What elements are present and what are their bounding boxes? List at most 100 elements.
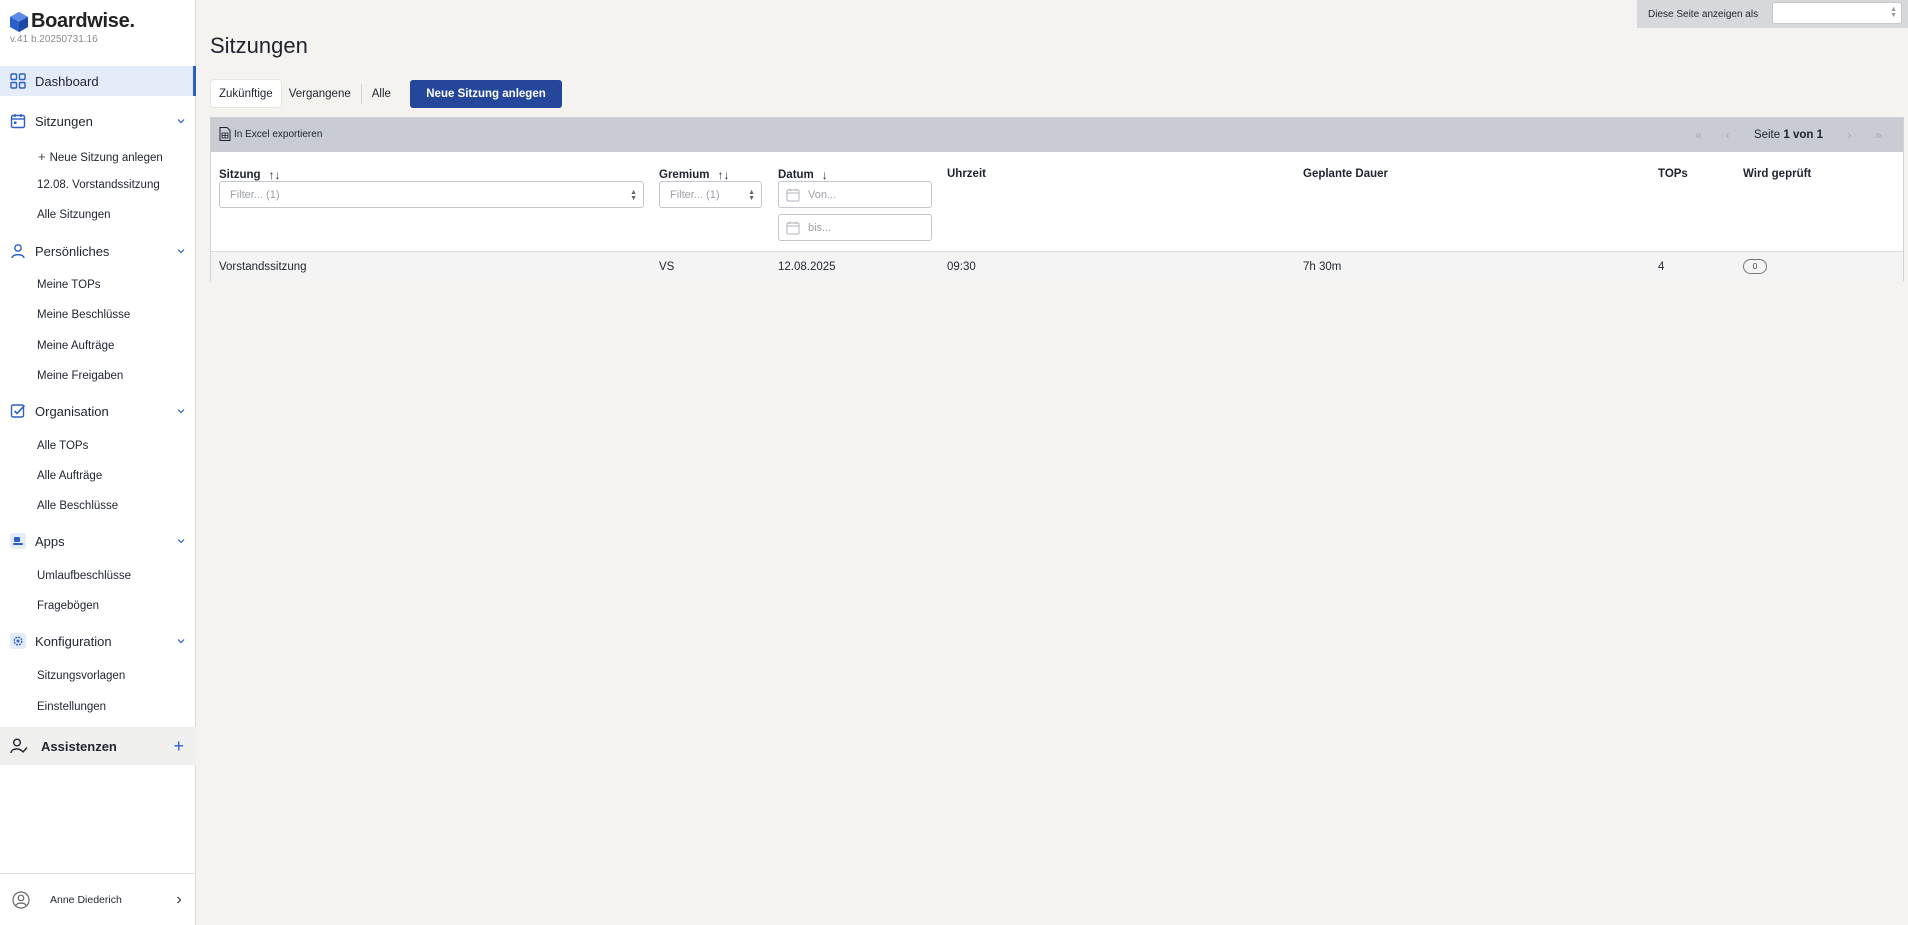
next-page-icon[interactable]: › [1835,128,1864,142]
page-title: Sitzungen [210,33,308,58]
view-as-label: Diese Seite anzeigen als [1648,8,1759,20]
last-page-icon[interactable]: » [1864,128,1893,142]
add-assistant-button[interactable]: + [173,736,184,757]
view-as-select[interactable]: ▲ ▼ [1772,2,1902,24]
apps-icon [10,533,26,549]
nav-apps-label: Apps [35,533,65,549]
export-excel-label: In Excel exportieren [234,128,323,140]
cell-tops: 4 [1658,261,1665,273]
pagination: « ‹ Seite 1 von 1 › » [1684,128,1893,142]
app-version: v.41 b.20250731.16 [10,34,98,45]
select-arrows-icon: ▲ ▼ [1890,6,1897,19]
sidebar: Boardwise. v.41 b.20250731.16 Dashboard … [0,0,196,925]
sidebar-item-session-vorstand[interactable]: 12.08. Vorstandssitzung [37,179,160,191]
date-from-placeholder: Von... [808,188,837,201]
sidebar-item-questionnaires[interactable]: Fragebögen [37,600,99,612]
nav-dashboard-label: Dashboard [35,73,99,89]
sidebar-item-my-tops[interactable]: Meine TOPs [37,279,101,291]
sitzung-filter-select[interactable]: Filter... (1) ▲ ▼ [219,181,644,208]
chevron-down-icon[interactable] [176,246,186,256]
sidebar-item-all-tasks[interactable]: Alle Aufträge [37,470,102,482]
gear-icon [10,633,26,649]
sort-icon[interactable]: ↑↓ [718,168,730,182]
brand-name: Boardwise. [31,10,135,32]
select-arrows-icon: ▲ ▼ [748,189,755,202]
date-to-input[interactable]: bis... [778,214,932,241]
sitzung-filter-placeholder: Filter... (1) [230,188,280,201]
user-menu[interactable]: Anne Diederich [0,873,196,925]
cell-datum: 12.08.2025 [778,261,836,273]
cell-sitzung[interactable]: Vorstandssitzung [219,261,307,273]
nav-persoenliches[interactable]: Persönliches [0,236,196,266]
sidebar-item-all-sessions[interactable]: Alle Sitzungen [37,209,111,221]
col-header-sitzung-label: Sitzung [219,169,261,181]
plus-icon: + [38,149,46,164]
user-icon [11,244,25,259]
excel-file-icon [219,127,231,141]
chevron-right-icon [177,896,182,903]
avatar-icon [12,890,30,909]
date-to-placeholder: bis... [808,221,832,234]
sidebar-item-settings[interactable]: Einstellungen [37,701,106,713]
sidebar-item-session-templates[interactable]: Sitzungsvorlagen [37,670,125,682]
nav-konfiguration[interactable]: Konfiguration [0,626,196,656]
cell-uhrzeit: 09:30 [947,261,976,273]
page-indicator: Seite 1 von 1 [1754,129,1823,141]
chevron-down-icon[interactable] [176,406,186,416]
col-header-gremium[interactable]: Gremium ↑↓ [659,168,730,182]
first-page-icon[interactable]: « [1684,128,1713,142]
chevron-down-icon[interactable] [176,536,186,546]
col-header-sitzung[interactable]: Sitzung ↑↓ [219,168,281,182]
cell-dauer: 7h 30m [1303,261,1342,273]
calendar-icon [10,114,26,129]
user-check-icon [10,738,28,754]
prev-page-icon[interactable]: ‹ [1713,128,1742,142]
tab-past[interactable]: Vergangene [281,80,359,107]
tab-upcoming[interactable]: Zukünftige [211,80,281,107]
new-session-button[interactable]: Neue Sitzung anlegen [410,80,562,108]
chevron-down-icon[interactable] [176,116,186,126]
calendar-icon [786,221,800,235]
grid-icon [10,73,26,89]
col-header-datum-label: Datum [778,169,814,181]
user-name: Anne Diederich [50,893,122,906]
select-arrows-icon: ▲ ▼ [630,189,637,202]
sidebar-item-my-resolutions[interactable]: Meine Beschlüsse [37,309,130,321]
col-header-gremium-label: Gremium [659,169,710,181]
nav-dashboard[interactable]: Dashboard [0,66,196,96]
sidebar-item-all-resolutions[interactable]: Alle Beschlüsse [37,500,118,512]
assistants-label: Assistenzen [41,738,117,754]
nav-persoenliches-label: Persönliches [35,243,110,259]
chevron-down-icon[interactable] [176,636,186,646]
boardwise-logo-icon [10,11,28,32]
tab-all[interactable]: Alle [364,80,399,107]
nav-apps[interactable]: Apps [0,526,196,556]
col-header-geprueft: Wird geprüft [1743,168,1812,180]
nav-organisation-label: Organisation [35,403,109,419]
sidebar-item-my-tasks[interactable]: Meine Aufträge [37,340,114,352]
sidebar-item-new-session[interactable]: + Neue Sitzung anlegen [38,149,163,164]
nav-organisation[interactable]: Organisation [0,396,196,426]
view-as-bar: Diese Seite anzeigen als ▲ ▼ [1637,0,1908,28]
nav-sitzungen[interactable]: Sitzungen [0,106,196,136]
assistants-bar[interactable]: Assistenzen + [0,727,196,765]
gremium-filter-placeholder: Filter... (1) [670,188,720,201]
nav-sitzungen-label: Sitzungen [35,113,93,129]
export-excel-button[interactable]: In Excel exportieren [219,127,322,141]
sidebar-item-my-approvals[interactable]: Meine Freigaben [37,370,123,382]
checkbox-icon [10,404,26,418]
sidebar-item-all-tops[interactable]: Alle TOPs [37,440,88,452]
tab-divider [360,83,362,104]
gremium-filter-select[interactable]: Filter... (1) ▲ ▼ [659,181,762,208]
col-header-datum[interactable]: Datum ↓ [778,168,828,182]
table-row[interactable]: Vorstandssitzung VS 12.08.2025 09:30 7h … [211,251,1903,281]
col-header-tops: TOPs [1658,168,1688,180]
page-current: 1 von 1 [1783,129,1823,141]
col-header-uhrzeit: Uhrzeit [947,168,986,180]
sidebar-item-circular-resolutions[interactable]: Umlaufbeschlüsse [37,570,131,582]
calendar-icon [786,188,800,202]
brand[interactable]: Boardwise. [10,10,135,33]
sort-icon[interactable]: ↑↓ [269,168,281,182]
date-from-input[interactable]: Von... [778,181,932,208]
sort-icon[interactable]: ↓ [822,168,828,182]
